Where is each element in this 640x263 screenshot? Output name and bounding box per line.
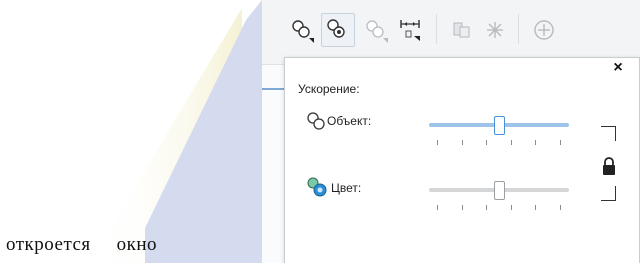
toolbar (262, 0, 640, 65)
toolbar-button-blend-color[interactable] (321, 13, 355, 47)
link-bracket-bottom (601, 186, 616, 201)
color-slider[interactable] (429, 180, 569, 210)
copy-properties-icon (453, 22, 470, 38)
toolbar-separator (436, 14, 437, 44)
slider-tick (461, 205, 463, 210)
color-slider-thumb[interactable] (494, 181, 505, 200)
toolbar-button-add[interactable] (527, 13, 561, 47)
diagonal-shape (90, 0, 262, 263)
document-background: откроется окно (0, 0, 262, 263)
slider-tick (486, 140, 487, 145)
slider-tick (486, 205, 487, 210)
object-slider-ticks (429, 140, 569, 146)
color-label: Цвет: (331, 181, 362, 195)
slider-tick (535, 205, 536, 210)
ruler-marker (262, 88, 286, 90)
color-slider-ticks (429, 205, 569, 211)
app-screenshot: × Ускорение: Объект: Цвет: (262, 0, 640, 263)
color-accel-icon (307, 177, 327, 197)
add-icon (534, 20, 554, 40)
distribute-icon (400, 20, 420, 41)
object-slider-thumb[interactable] (494, 116, 505, 135)
slider-tick (559, 140, 561, 145)
link-bracket-top (601, 126, 616, 141)
toolbar-button-copy-properties[interactable] (445, 13, 479, 47)
close-button[interactable]: × (609, 59, 627, 77)
caption-word-2: окно (116, 234, 158, 255)
slider-tick (437, 140, 438, 145)
slider-tick (559, 205, 561, 210)
slider-tick (510, 140, 512, 145)
object-label: Объект: (327, 114, 372, 128)
slider-tick (461, 140, 463, 145)
caption-word-1: откроется (6, 234, 91, 255)
lock-icon[interactable] (602, 156, 616, 176)
slider-tick (437, 205, 438, 210)
document-caption: откроется окно (6, 234, 157, 256)
toolbar-separator (518, 14, 519, 44)
object-slider[interactable] (429, 115, 569, 145)
toolbar-button-distribute[interactable] (393, 13, 427, 47)
toolbar-button-blend-object[interactable] (286, 13, 320, 47)
star-icon (487, 22, 503, 38)
toolbar-button-blend-disabled[interactable] (360, 13, 394, 47)
blend-disabled-icon (366, 20, 388, 43)
blend-color-icon (327, 19, 345, 38)
slider-tick (535, 140, 536, 145)
blend-object-icon (292, 20, 314, 43)
panel-title: Ускорение: (298, 82, 360, 96)
object-accel-icon (307, 112, 325, 130)
acceleration-panel: × Ускорение: Объект: Цвет: (284, 57, 640, 263)
toolbar-button-star[interactable] (478, 13, 512, 47)
slider-tick (510, 205, 512, 210)
